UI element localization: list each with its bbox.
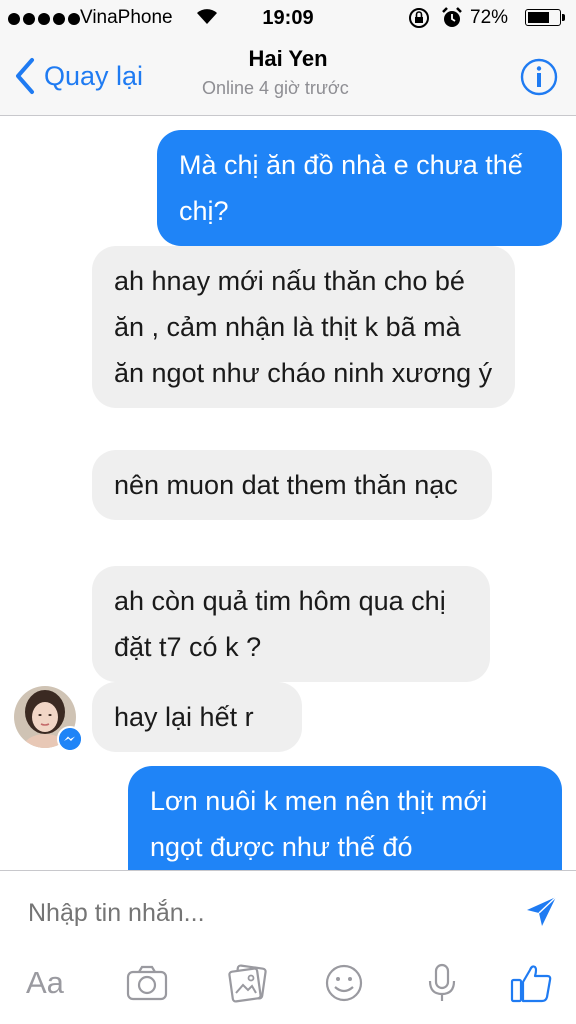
photo-icon[interactable]	[226, 963, 270, 1003]
message-bubble-incoming[interactable]: nên muon dat them thăn nạc	[92, 450, 492, 520]
battery-fill	[528, 12, 549, 23]
message-bubble-incoming[interactable]: ah còn quả tim hôm qua chị đặt t7 có k ?	[92, 566, 490, 682]
emoji-icon[interactable]	[322, 963, 366, 1003]
text-format-button[interactable]: Aa	[26, 965, 64, 1001]
message-bubble-outgoing[interactable]: Mà chị ăn đồ nhà e chưa thế chị?	[157, 130, 562, 246]
contact-status: Online 4 giờ trước	[202, 78, 349, 98]
contact-name[interactable]: Hai Yen	[0, 46, 576, 72]
send-icon[interactable]	[524, 895, 558, 929]
message-list[interactable]: Mà chị ăn đồ nhà e chưa thế chị? ah hnay…	[0, 116, 576, 870]
status-bar: VinaPhone 19:09 72%	[0, 0, 576, 38]
alarm-icon	[442, 7, 462, 27]
message-bubble-incoming[interactable]: hay lại hết r	[92, 682, 302, 752]
message-input[interactable]	[28, 893, 488, 933]
messenger-badge-icon	[57, 726, 83, 752]
conversation-header: Quay lại Hai Yen Online 4 giờ trước	[0, 38, 576, 116]
info-icon[interactable]	[520, 58, 558, 96]
rotation-lock-icon	[409, 8, 429, 28]
battery-percentage: 72%	[470, 7, 509, 28]
battery-icon	[525, 9, 565, 26]
message-bubble-outgoing[interactable]: Lơn nuôi k men nên thịt mới ngọt được nh…	[128, 766, 562, 870]
thumbs-up-icon[interactable]	[510, 963, 554, 1003]
message-composer: Aa	[0, 870, 576, 1024]
message-bubble-incoming[interactable]: ah hnay mới nấu thăn cho bé ăn , cảm nhậ…	[92, 246, 515, 408]
camera-icon[interactable]	[125, 963, 169, 1003]
microphone-icon[interactable]	[420, 963, 464, 1003]
